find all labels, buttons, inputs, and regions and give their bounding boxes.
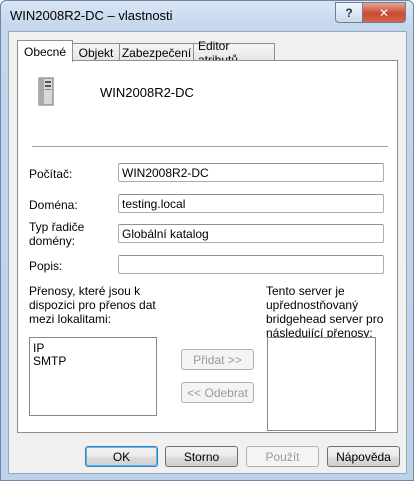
available-transports-label-line3: mezi lokalitami: (29, 312, 112, 326)
help-icon: ? (345, 5, 353, 20)
remove-transport-button[interactable]: << Odebrat (181, 382, 254, 403)
apply-button[interactable]: Použít (246, 446, 319, 467)
dc-type-label-line2: domény: (29, 234, 76, 248)
close-button[interactable]: ✕ (362, 2, 406, 23)
dialog-client: Obecné Objekt Zabezpečení Editor atribut… (8, 31, 407, 474)
server-name: WIN2008R2-DC (100, 85, 194, 100)
general-tab-panel: WIN2008R2-DC Počítač: WIN2008R2-DC Domén… (17, 60, 398, 433)
tab-label: Zabezpečení (121, 45, 192, 60)
list-item[interactable]: SMTP (33, 355, 153, 368)
tab-objekt[interactable]: Objekt (72, 43, 120, 61)
ok-button[interactable]: OK (85, 446, 158, 467)
preferred-transports-label-line2: upřednostňovaný (266, 298, 359, 312)
server-icon (38, 77, 54, 106)
add-transport-button[interactable]: Přidat >> (181, 349, 254, 370)
tab-label: Objekt (78, 45, 114, 60)
domain-field[interactable]: testing.local (118, 194, 384, 213)
computer-field[interactable]: WIN2008R2-DC (118, 163, 384, 182)
available-transports-label-line1: Přenosy, které jsou k (29, 284, 141, 298)
preferred-transports-label-line1: Tento server je (266, 284, 345, 298)
title-bar[interactable]: WIN2008R2-DC – vlastnosti ? ✕ (1, 1, 413, 31)
help-title-button[interactable]: ? (335, 2, 363, 23)
tab-label: Obecné (23, 44, 67, 59)
description-field[interactable] (118, 255, 384, 274)
close-icon: ✕ (378, 5, 390, 20)
preferred-transports-list[interactable] (267, 337, 376, 431)
available-transports-label-line2: dispozici pro přenos dat (29, 298, 156, 312)
domain-label: Doména: (29, 198, 78, 212)
window-title: WIN2008R2-DC – vlastnosti (10, 8, 173, 23)
tab-editor-atributu[interactable]: Editor atributů (193, 39, 275, 67)
dc-type-label-line1: Typ řadiče (29, 220, 85, 234)
dc-type-field[interactable]: Globální katalog (118, 224, 384, 243)
cancel-button[interactable]: Storno (165, 446, 238, 467)
available-transports-list[interactable]: IP SMTP (29, 337, 157, 416)
tab-zabezpeceni[interactable]: Zabezpečení (119, 43, 194, 61)
tab-obecne[interactable]: Obecné (17, 40, 73, 62)
computer-label: Počítač: (29, 167, 73, 181)
properties-window: WIN2008R2-DC – vlastnosti ? ✕ Obecné Obj… (0, 0, 414, 481)
separator (32, 146, 388, 147)
preferred-transports-label-line3: bridgehead server pro (266, 312, 384, 326)
description-label: Popis: (29, 259, 63, 273)
help-button[interactable]: Nápověda (327, 446, 400, 467)
